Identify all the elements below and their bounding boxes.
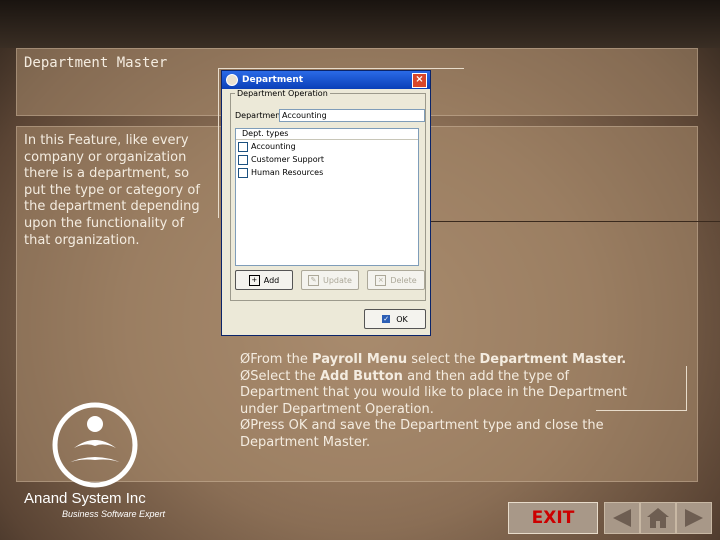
decor-line bbox=[218, 68, 464, 69]
list-item-label: Customer Support bbox=[251, 155, 325, 164]
bullet: Ø bbox=[240, 418, 251, 434]
arrow-right-icon bbox=[685, 509, 703, 527]
home-icon bbox=[647, 508, 669, 528]
list-item[interactable]: Accounting bbox=[236, 140, 418, 153]
text: Department Master. bbox=[479, 352, 627, 367]
slide-title: Department Master bbox=[24, 55, 168, 71]
check-icon: ✓ bbox=[382, 315, 391, 323]
list-item[interactable]: Customer Support bbox=[236, 153, 418, 166]
bullet: Ø bbox=[240, 368, 251, 384]
home-button[interactable] bbox=[640, 502, 676, 534]
dialog-titlebar[interactable]: Department bbox=[222, 71, 430, 89]
instruction-step-1: ØFrom the Payroll Menu select the Depart… bbox=[240, 352, 650, 369]
previous-button[interactable] bbox=[604, 502, 640, 534]
department-input[interactable]: Accounting bbox=[279, 109, 425, 122]
department-dialog: Department × Department Operation Depart… bbox=[221, 70, 431, 336]
text: select the bbox=[407, 352, 480, 367]
exit-button[interactable]: EXIT bbox=[508, 502, 598, 534]
decor-line bbox=[218, 68, 219, 218]
department-operation-group: Department Operation Department Accounti… bbox=[230, 89, 426, 301]
instruction-step-2: ØSelect the Add Button and then add the … bbox=[240, 369, 650, 419]
list-item-label: Accounting bbox=[251, 142, 296, 151]
text: Select the bbox=[250, 368, 320, 384]
instructions: ØFrom the Payroll Menu select the Depart… bbox=[240, 352, 650, 452]
department-row: Department Accounting bbox=[235, 109, 425, 122]
top-band bbox=[0, 0, 720, 48]
add-button[interactable]: + Add bbox=[235, 270, 293, 290]
next-button[interactable] bbox=[676, 502, 712, 534]
text: Payroll Menu bbox=[312, 352, 408, 367]
delete-icon: × bbox=[375, 274, 387, 286]
company-name: Anand System Inc bbox=[24, 490, 146, 507]
action-buttons: + Add ✎ Update × Delete bbox=[235, 270, 425, 290]
list-item-label: Human Resources bbox=[251, 168, 324, 177]
bullet: Ø bbox=[240, 352, 251, 367]
ok-button-label: OK bbox=[396, 314, 408, 324]
checkbox[interactable] bbox=[238, 154, 248, 165]
company-logo-icon bbox=[52, 402, 138, 488]
update-icon: ✎ bbox=[308, 274, 319, 286]
group-label: Department Operation bbox=[235, 89, 330, 98]
decor-bracket bbox=[596, 366, 687, 411]
checkbox[interactable] bbox=[238, 167, 248, 178]
list-item[interactable]: Human Resources bbox=[236, 166, 418, 179]
list-header: Dept. types bbox=[236, 129, 418, 140]
checkbox[interactable] bbox=[238, 141, 248, 152]
delete-button-label: Delete bbox=[390, 275, 417, 285]
text: Press OK and save the Department type an… bbox=[240, 418, 604, 450]
update-button[interactable]: ✎ Update bbox=[301, 270, 359, 290]
slide-description: In this Feature, like every company or o… bbox=[24, 133, 200, 248]
close-button[interactable]: × bbox=[412, 73, 427, 88]
company-tagline: Business Software Expert bbox=[62, 509, 166, 519]
add-button-label: Add bbox=[263, 275, 280, 285]
department-types-list[interactable]: Dept. types Accounting Customer Support … bbox=[235, 128, 419, 266]
department-label: Department bbox=[235, 111, 284, 120]
text: From the bbox=[250, 352, 313, 367]
instruction-step-3: ØPress OK and save the Department type a… bbox=[240, 418, 650, 451]
delete-button[interactable]: × Delete bbox=[367, 270, 425, 290]
add-icon: + bbox=[248, 274, 260, 286]
update-button-label: Update bbox=[323, 275, 352, 285]
text: Add Button bbox=[319, 368, 403, 384]
decor-line bbox=[430, 221, 720, 222]
ok-button[interactable]: ✓ OK bbox=[364, 309, 426, 329]
close-icon: × bbox=[415, 74, 424, 85]
app-icon bbox=[226, 74, 238, 86]
dialog-title: Department bbox=[242, 75, 304, 85]
arrow-left-icon bbox=[613, 509, 631, 527]
